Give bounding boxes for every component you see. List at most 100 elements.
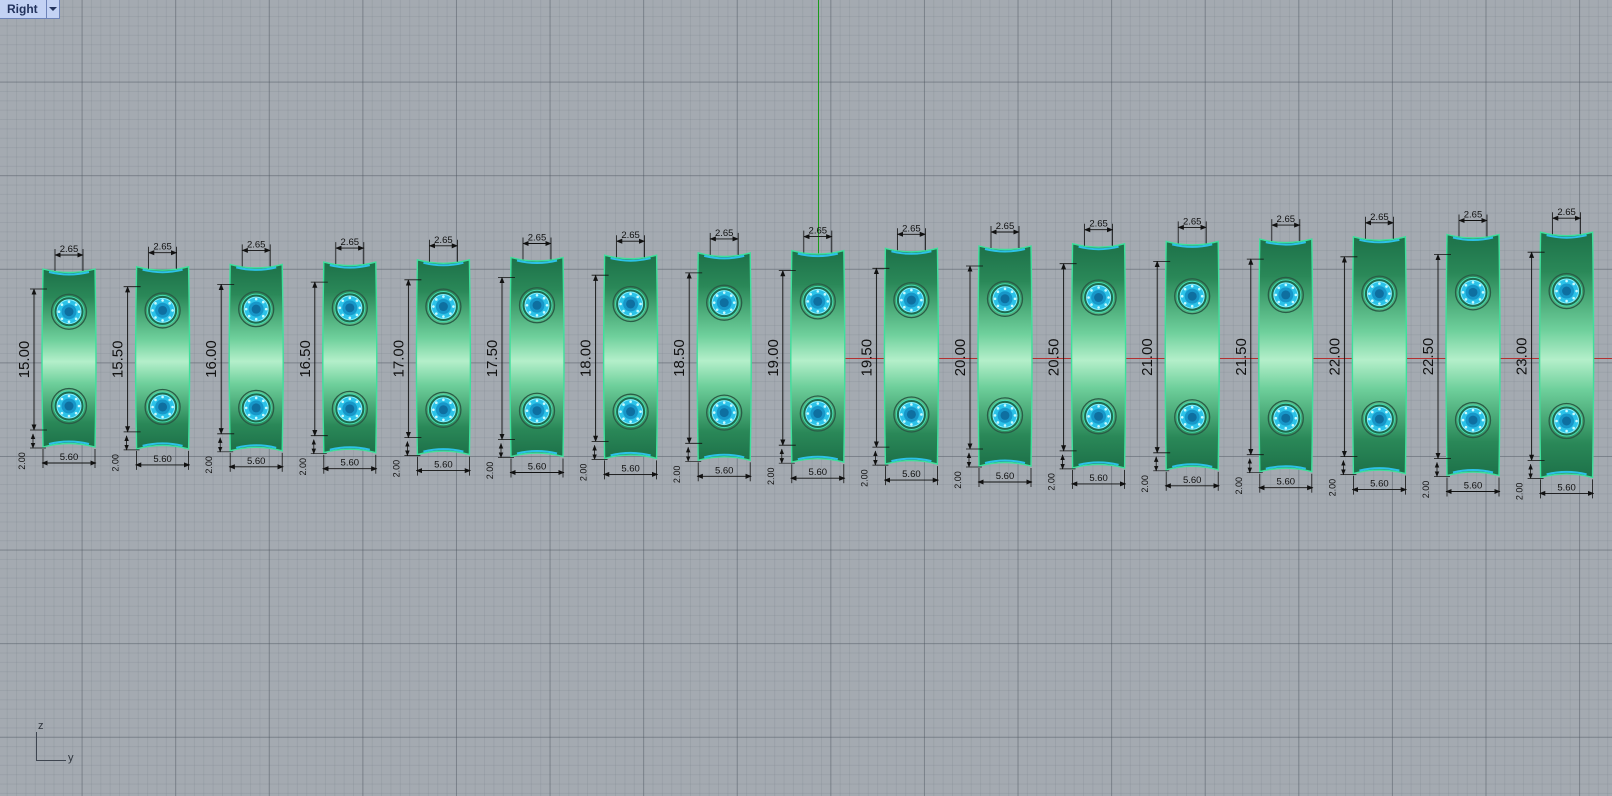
upper-gem-setting — [1361, 275, 1398, 312]
ring-band — [1445, 233, 1501, 477]
edge-size-label: 2.00 — [204, 456, 214, 474]
edge-size-label: 2.00 — [766, 467, 776, 485]
edge-size-label: 2.00 — [17, 452, 27, 470]
ring-size-label: 15.50 — [110, 341, 127, 379]
ring-band — [696, 251, 752, 462]
edge-size-label: 2.00 — [579, 464, 589, 482]
top-width-label: 2.65 — [1089, 219, 1108, 230]
ring-profile: 2.65 5.60 18.50 2.00 — [671, 228, 752, 483]
upper-gem-setting — [331, 289, 368, 326]
ring-profile: 2.65 5.60 15.50 2.00 — [110, 242, 191, 472]
top-width-label: 2.65 — [1464, 210, 1483, 221]
ring-profile: 2.65 5.60 19.00 2.00 — [765, 226, 846, 485]
z-axis-icon-line — [36, 732, 37, 760]
bottom-width-label: 5.60 — [996, 471, 1015, 482]
lower-gem-setting — [331, 390, 368, 428]
ring-profile: 2.65 5.60 21.00 2.00 — [1139, 216, 1220, 493]
top-width-label: 2.65 — [902, 223, 921, 234]
upper-gem-setting — [706, 284, 743, 321]
lower-gem-setting — [986, 397, 1024, 434]
ring-profile: 2.65 5.60 17.00 2.00 — [390, 235, 472, 477]
top-width-label: 2.65 — [153, 242, 172, 253]
upper-gem-setting — [893, 281, 930, 319]
upper-gem-setting — [144, 292, 181, 329]
top-width-label: 2.65 — [621, 230, 640, 241]
chevron-down-icon — [48, 7, 57, 11]
upper-gem-setting — [518, 287, 556, 324]
ring-profile: 2.65 5.60 23.00 2.00 — [1514, 207, 1595, 501]
top-width-label: 2.65 — [1370, 212, 1389, 223]
bottom-width-label: 5.60 — [1089, 473, 1108, 484]
edge-size-label: 2.00 — [859, 469, 869, 487]
ring-size-label: 21.50 — [1233, 338, 1250, 376]
lower-gem-setting — [1267, 400, 1304, 437]
top-width-label: 2.65 — [1557, 207, 1576, 218]
top-width-label: 2.65 — [1183, 216, 1202, 227]
ring-size-label: 22.00 — [1326, 338, 1343, 376]
upper-gem-setting — [612, 285, 649, 323]
bottom-width-label: 5.60 — [60, 452, 79, 463]
ring-size-label: 21.00 — [1139, 338, 1156, 376]
bottom-width-label: 5.60 — [715, 465, 734, 476]
upper-gem-setting — [50, 293, 88, 330]
bottom-width-label: 5.60 — [153, 454, 172, 465]
bottom-width-label: 5.60 — [434, 460, 453, 471]
bottom-width-label: 5.60 — [1370, 479, 1389, 490]
ring-layout-scene: 2.65 5.60 15.00 2.00 2.65 5.60 15.50 2.00 2.65 5.… — [16, 207, 1595, 501]
bottom-width-label: 5.60 — [1183, 475, 1202, 486]
y-axis-label: y — [68, 752, 74, 764]
bottom-width-label: 5.60 — [341, 458, 360, 469]
viewport-menu-dropdown[interactable] — [45, 0, 59, 18]
lower-gem-setting — [1174, 399, 1211, 436]
lower-gem-setting — [238, 389, 275, 427]
bottom-width-label: 5.60 — [1277, 477, 1296, 488]
viewport-name-label[interactable]: Right — [0, 0, 46, 18]
edge-size-label: 2.00 — [1234, 477, 1244, 495]
ring-profile: 2.65 5.60 20.00 2.00 — [952, 221, 1033, 489]
top-width-label: 2.65 — [809, 226, 828, 237]
upper-gem-setting — [1174, 278, 1211, 315]
lower-gem-setting — [1361, 400, 1398, 438]
lower-gem-setting — [799, 395, 836, 432]
ring-profile: 2.65 5.60 16.00 2.00 — [203, 239, 284, 474]
lower-gem-setting — [706, 394, 743, 431]
ring-band — [1164, 240, 1220, 471]
top-width-label: 2.65 — [528, 233, 547, 244]
lower-gem-setting — [893, 396, 930, 433]
ring-size-label: 16.00 — [203, 340, 220, 378]
ring-band — [602, 254, 659, 460]
bottom-width-label: 5.60 — [1464, 481, 1483, 492]
edge-size-label: 2.00 — [1421, 481, 1431, 499]
ring-size-label: 17.50 — [484, 340, 501, 378]
upper-gem-setting — [1454, 274, 1492, 311]
ring-size-label: 17.00 — [390, 340, 407, 378]
ring-size-label: 20.00 — [952, 339, 969, 377]
ring-size-label: 16.50 — [297, 340, 314, 378]
edge-size-label: 2.00 — [1327, 479, 1337, 497]
edge-size-label: 2.00 — [1515, 483, 1525, 501]
bottom-width-label: 5.60 — [621, 463, 640, 474]
ring-profile: 2.65 5.60 16.50 2.00 — [297, 237, 378, 475]
ring-profile: 2.65 5.60 22.00 2.00 — [1326, 212, 1408, 497]
ring-size-label: 15.00 — [16, 341, 33, 379]
lower-gem-setting — [1080, 398, 1117, 435]
lower-gem-setting — [425, 391, 462, 428]
upper-gem-setting — [986, 280, 1024, 317]
bottom-width-label: 5.60 — [1557, 482, 1576, 493]
edge-size-label: 2.00 — [1047, 473, 1057, 491]
bottom-width-label: 5.60 — [528, 462, 547, 473]
ring-band — [1258, 238, 1314, 473]
lower-gem-setting — [144, 388, 181, 426]
ring-band — [1351, 235, 1408, 475]
ring-size-label: 19.50 — [858, 339, 875, 377]
viewport-title-tab[interactable]: Right — [0, 0, 60, 19]
top-width-label: 2.65 — [247, 239, 266, 250]
world-axes-icon: z y — [34, 720, 78, 764]
upper-gem-setting — [425, 288, 462, 325]
lower-gem-setting — [518, 392, 556, 429]
ring-size-label: 23.00 — [1514, 338, 1531, 376]
lower-gem-setting — [1548, 402, 1585, 440]
ring-size-label: 20.50 — [1046, 339, 1063, 377]
bottom-width-label: 5.60 — [902, 469, 921, 480]
top-width-label: 2.65 — [60, 244, 79, 255]
